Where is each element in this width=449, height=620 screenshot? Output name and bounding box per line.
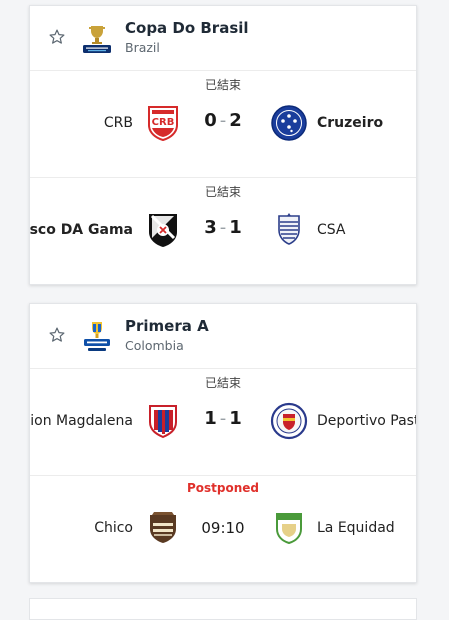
away-team-name: Deportivo Pasto [317,413,417,429]
home-team-name: CRB [103,115,133,131]
next-league-card-partial [29,598,417,620]
vasco-crest-icon [149,214,177,247]
home-team-name: Chico [94,520,133,536]
league-name[interactable]: Copa Do Brasil [125,19,249,37]
match-status: 已結束 [204,78,241,92]
league-header[interactable]: Copa Do Brasil Brazil [30,6,416,71]
svg-text:CRB: CRB [152,117,175,128]
away-score: 2 [229,110,242,131]
favorite-star-icon[interactable] [48,326,66,344]
cruzeiro-crest-icon [271,105,307,141]
league-card-copa-do-brasil: Copa Do Brasil Brazil 已結束 CRB CRB 0-2 Cr… [29,5,417,285]
match-score: 0-2 [193,110,253,131]
away-team-name: Cruzeiro [317,115,384,131]
home-team-name: Union Magdalena [30,413,133,429]
crb-crest-icon: CRB [148,106,178,142]
away-team-name: La Equidad [317,520,395,536]
match-status: 已結束 [204,185,241,199]
chico-crest-icon [150,512,176,543]
score-separator: - [219,217,227,238]
match-row[interactable]: Postponed Chico 09:10 La Equidad [30,476,416,582]
league-name[interactable]: Primera A [125,317,209,335]
score-separator: - [219,408,227,429]
match-status-postponed: Postponed [186,481,260,495]
match-score: 3-1 [193,217,253,238]
away-score: 1 [229,408,242,429]
kickoff-time: 09:10 [201,519,245,537]
match-row[interactable]: 已結束 CRB CRB 0-2 Cruzeiro [30,71,416,178]
home-score: 1 [204,408,217,429]
betplay-liga-logo-icon [84,322,110,351]
copa-do-brasil-logo-icon [83,26,111,53]
match-row[interactable]: 已結束 Vasco DA Gama 3-1 CSA [30,178,416,284]
match-status: 已結束 [204,376,241,390]
union-magdalena-crest-icon [149,405,177,439]
match-row[interactable]: 已結束 Union Magdalena 1-1 Deportivo Pasto [30,369,416,476]
league-country: Brazil [125,40,160,55]
csa-crest-icon [278,213,300,245]
home-score: 3 [204,217,217,238]
home-team-name: Vasco DA Gama [29,222,133,238]
away-team-name: CSA [317,222,346,238]
home-score: 0 [204,110,217,131]
favorite-star-icon[interactable] [48,28,66,46]
score-separator: - [219,110,227,131]
away-score: 1 [229,217,242,238]
league-card-primera-a: Primera A Colombia 已結束 Union Magdalena 1… [29,303,417,583]
la-equidad-crest-icon [276,513,302,545]
match-score: 1-1 [193,408,253,429]
league-header[interactable]: Primera A Colombia [30,304,416,369]
deportivo-pasto-crest-icon [270,402,308,440]
league-country: Colombia [125,338,184,353]
